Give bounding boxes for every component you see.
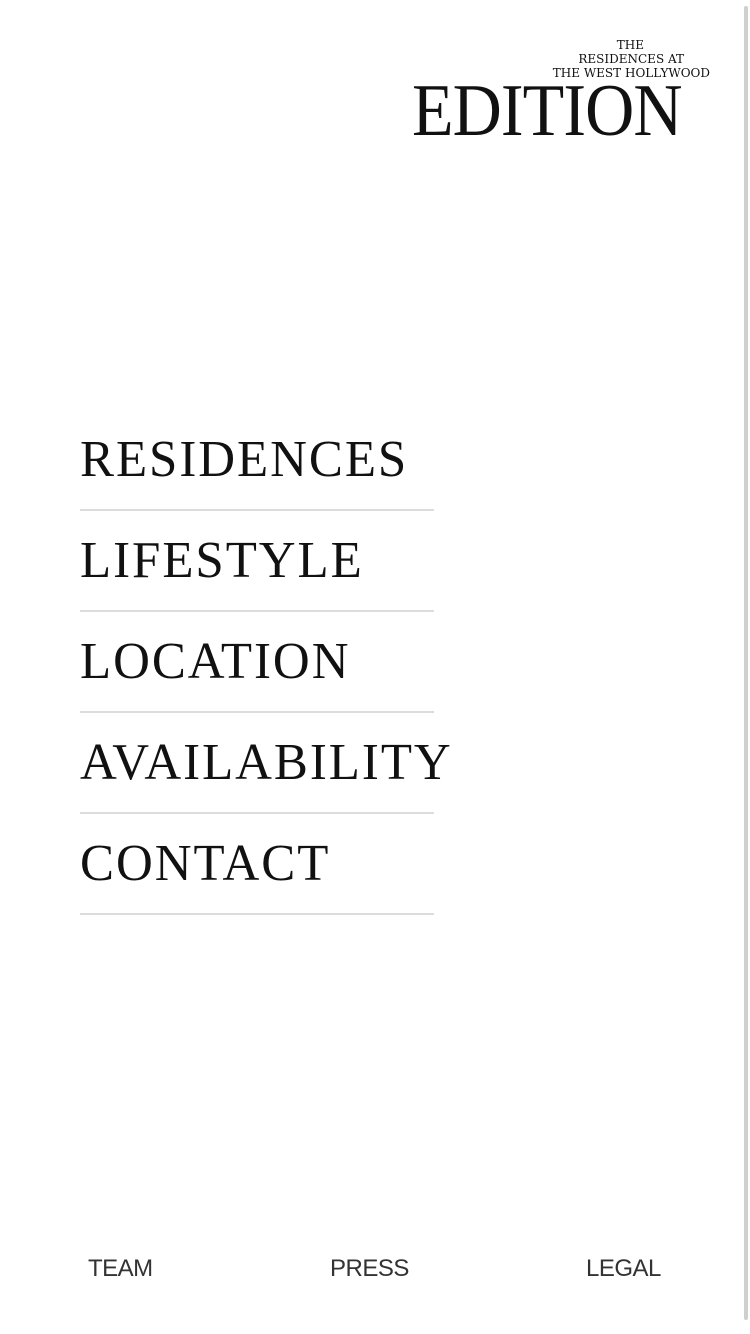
nav-item-residences[interactable]: RESIDENCES bbox=[80, 410, 434, 511]
main-navigation: RESIDENCES LIFESTYLE LOCATION AVAILABILI… bbox=[80, 410, 451, 915]
nav-item-lifestyle[interactable]: LIFESTYLE bbox=[80, 511, 434, 612]
nav-item-availability[interactable]: AVAILABILITY bbox=[80, 713, 451, 814]
nav-item-label: LOCATION bbox=[80, 633, 351, 690]
logo-line-2: RESIDENCES AT bbox=[578, 52, 684, 66]
nav-item-contact[interactable]: CONTACT bbox=[80, 814, 434, 915]
footer-link-team[interactable]: TEAM bbox=[88, 1255, 153, 1283]
nav-item-label: CONTACT bbox=[80, 835, 331, 892]
logo-line-1: THE bbox=[616, 38, 644, 52]
nav-item-label: LIFESTYLE bbox=[80, 532, 364, 589]
nav-item-location[interactable]: LOCATION bbox=[80, 612, 434, 713]
footer-link-legal[interactable]: LEGAL bbox=[586, 1255, 661, 1283]
nav-item-label: RESIDENCES bbox=[80, 431, 409, 488]
brand-logo[interactable]: THE RESIDENCES AT THE WEST HOLLYWOOD EDI… bbox=[410, 38, 710, 148]
menu-page: THE RESIDENCES AT THE WEST HOLLYWOOD EDI… bbox=[0, 0, 750, 1334]
scrollbar-thumb[interactable] bbox=[744, 6, 748, 1320]
logo-wordmark: EDITION bbox=[412, 70, 682, 152]
nav-item-label: AVAILABILITY bbox=[80, 734, 453, 791]
footer-link-press[interactable]: PRESS bbox=[330, 1255, 409, 1283]
vertical-scrollbar[interactable] bbox=[738, 0, 750, 1334]
